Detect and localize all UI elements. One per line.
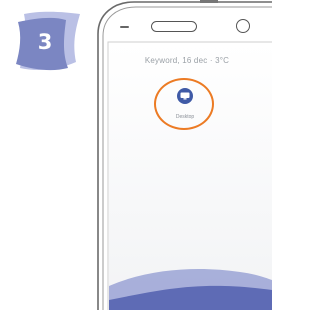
desktop-app-icon[interactable] xyxy=(177,88,193,104)
front-camera xyxy=(236,19,250,33)
proximity-sensor xyxy=(120,26,129,28)
earpiece-speaker xyxy=(151,21,197,32)
phone-mockup: Keyword, 16 dec · 3°C Desktop xyxy=(0,0,272,310)
app-highlight-circle xyxy=(154,78,214,130)
desktop-app-label[interactable]: Desktop xyxy=(164,114,206,120)
lockscreen-status-text: Keyword, 16 dec · 3°C xyxy=(144,56,230,65)
monitor-icon xyxy=(180,92,190,100)
